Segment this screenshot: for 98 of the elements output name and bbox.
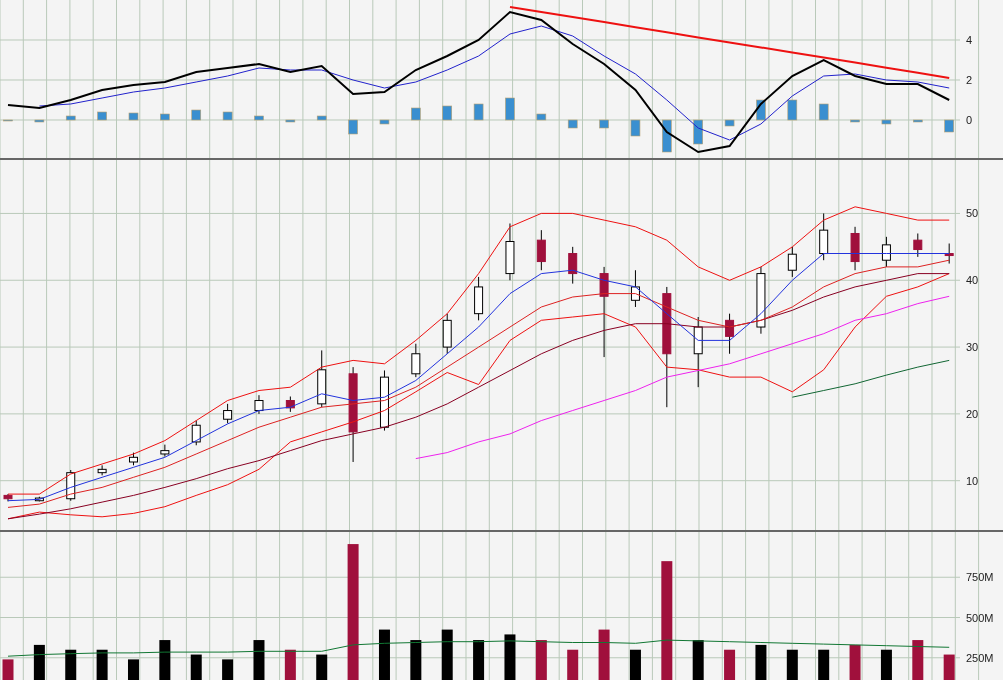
histogram-bar [316,115,327,121]
axis-tick-label: 0 [966,114,973,126]
volume-bar [65,650,77,680]
volume-bar [598,630,610,680]
volume-bar [316,655,328,680]
candlestick [379,369,389,431]
axis-tick-label: 50 [966,207,979,219]
histogram-bar [787,99,798,121]
volume-bar [567,650,579,680]
volume-bar [849,645,861,680]
histogram-bar [473,103,484,121]
histogram-bar [442,105,453,121]
candlestick [944,242,954,264]
axis-tick-label: 10 [966,474,979,487]
histogram-bar [411,107,421,121]
volume-bar [504,634,516,680]
histogram-bar [160,113,170,121]
histogram-bar [254,115,264,121]
axis-tick-label: 20 [966,407,979,420]
candlestick [160,443,170,457]
histogram-bar [662,119,672,153]
candlestick [66,469,76,501]
volume-bar [880,650,892,680]
axis-tick-label: 30 [966,340,979,353]
volume-bar [755,645,767,680]
axis-tick-label: 750M [966,571,994,584]
histogram-bar [34,119,45,123]
histogram-bar [567,119,578,129]
volume-bar [253,640,265,680]
histogram-bar [285,119,296,123]
histogram-bar [724,119,735,127]
axis-tick-label: 2 [966,74,973,86]
histogram-bar [505,97,515,121]
volume-bar [159,640,171,680]
volume-bar [912,640,924,680]
volume-bar [629,650,641,680]
axis-tick-label: 500M [966,611,994,624]
candlestick [850,225,860,271]
candlestick [630,269,640,307]
volume-bar [378,630,390,680]
candlestick [819,212,829,261]
volume-bar [441,630,453,680]
candlestick [725,312,735,354]
candlestick [693,316,703,388]
candlestick [411,342,421,378]
candlestick [3,493,13,502]
histogram-bar [191,109,202,121]
histogram-bar [599,119,609,129]
volume-bar [128,659,139,680]
volume-bar [724,650,736,680]
volume-bar [786,650,798,680]
candlestick [505,222,515,281]
volume-bar [943,655,955,680]
volume-bar [222,659,234,680]
axis-tick-label: 40 [966,273,979,286]
candlestick [787,245,797,277]
histogram-bar [128,112,139,121]
candlestick [756,265,766,334]
histogram-bar [97,111,107,121]
histogram-bar [630,119,641,137]
axis-tick-label: 250M [966,652,994,665]
histogram-bar [222,111,233,121]
candlestick [442,312,452,354]
histogram-bar [536,113,547,121]
histogram-bar [881,119,892,125]
histogram-bar [693,119,703,145]
histogram-bar [756,99,766,121]
candlestick [881,235,891,267]
histogram-bar [3,119,13,122]
volume-bar [692,640,704,680]
candlestick [913,232,923,257]
candlestick [191,419,201,446]
histogram-bar [944,119,954,133]
volume-bar [96,650,108,680]
candlestick [536,229,546,271]
histogram-bar [379,119,390,125]
histogram-bar [818,103,829,121]
candlestick [317,349,327,408]
candlestick [223,402,233,424]
volume-bar [2,659,14,680]
histogram-bar [348,119,358,135]
candlestick [97,464,107,476]
volume-bar [33,645,45,680]
volume-bar [190,655,202,680]
axis-tick-label: 4 [966,34,973,46]
candlestick [254,394,264,414]
volume-bar [284,650,296,680]
volume-bar [410,640,422,680]
volume-bar [818,650,830,680]
histogram-bar [850,119,860,123]
candlestick [474,275,484,321]
volume-bar [535,640,547,680]
candlestick [568,245,578,284]
histogram-bar [913,119,923,123]
candlestick [34,495,44,502]
volume-bar [473,640,485,680]
candlestick [285,395,295,412]
histogram-bar [65,115,76,121]
